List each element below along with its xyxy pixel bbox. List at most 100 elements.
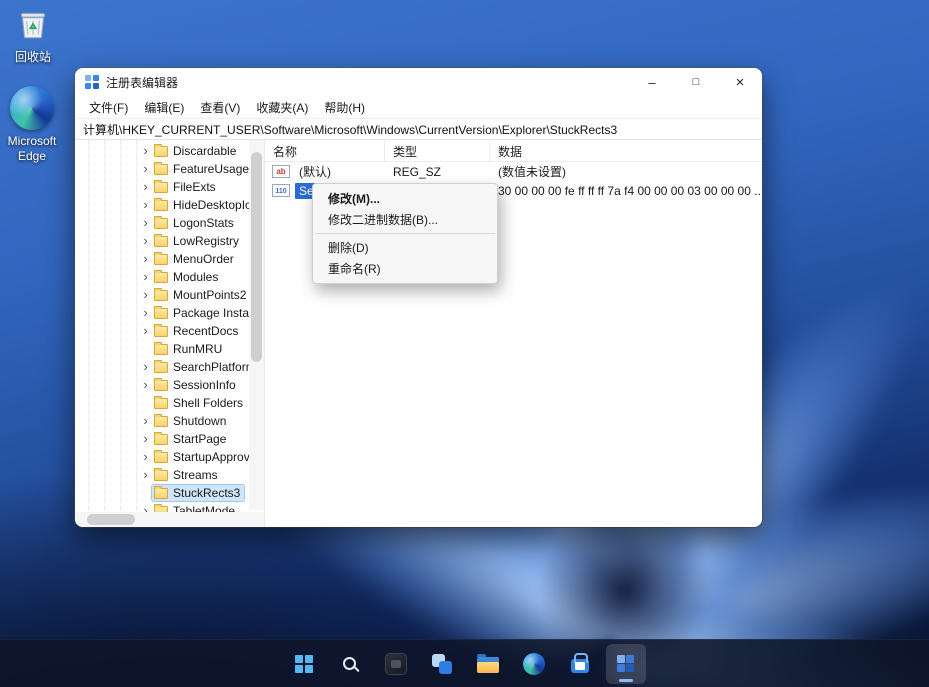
tree-item-label: LogonStats [173, 216, 234, 230]
taskbar-search-button[interactable] [330, 644, 370, 684]
chevron-right-icon[interactable] [139, 434, 152, 444]
chevron-right-icon[interactable] [139, 362, 152, 372]
tree-item[interactable]: Streams [75, 466, 249, 484]
value-row[interactable]: (默认) REG_SZ (数值未设置) [265, 162, 762, 181]
start-button[interactable] [284, 644, 324, 684]
chevron-right-icon[interactable] [139, 272, 152, 282]
value-data: 30 00 00 00 fe ff ff ff 7a f4 00 00 00 0… [498, 183, 762, 198]
value-data: (数值未设置) [498, 165, 566, 179]
chevron-right-icon[interactable] [139, 236, 152, 246]
tree-item-label: SearchPlatform [173, 360, 249, 374]
column-header-data[interactable]: 数据 [490, 140, 762, 161]
tree-item-label: RecentDocs [173, 324, 239, 338]
tree-item-label: FeatureUsage [173, 162, 249, 176]
tree-item[interactable]: StuckRects3 [75, 484, 249, 502]
taskbar-task-view-button[interactable] [376, 644, 416, 684]
microsoft-store-icon [570, 653, 589, 673]
tree-horizontal-scrollbar[interactable] [75, 512, 249, 527]
chevron-right-icon[interactable] [139, 182, 152, 192]
taskbar-edge-button[interactable] [514, 644, 554, 684]
chevron-right-icon[interactable] [139, 380, 152, 390]
tree-item[interactable]: MenuOrder [75, 250, 249, 268]
tree-vertical-scrollbar[interactable] [249, 140, 264, 510]
registry-tree-pane: Discardable FeatureUsage [75, 140, 265, 527]
tree-item-label: Discardable [173, 144, 237, 158]
context-menu-item[interactable]: 重命名(R) [313, 258, 497, 279]
folder-icon [154, 431, 168, 445]
menu-item[interactable]: 帮助(H) [316, 97, 373, 118]
chevron-right-icon[interactable] [139, 200, 152, 210]
tree-item-label: MountPoints2 [173, 288, 247, 302]
desktop-icon-microsoft-edge[interactable]: Microsoft Edge [0, 86, 67, 164]
regedit-app-icon [85, 75, 99, 89]
tree-item[interactable]: StartPage [75, 430, 249, 448]
taskbar-store-button[interactable] [560, 644, 600, 684]
folder-icon [154, 197, 168, 211]
folder-icon [154, 143, 168, 157]
tree-item[interactable]: FeatureUsage [75, 160, 249, 178]
tree-item[interactable]: Shell Folders [75, 394, 249, 412]
title-bar[interactable]: 注册表编辑器 [75, 68, 762, 96]
tree-item[interactable]: LogonStats [75, 214, 249, 232]
context-menu-item[interactable] [315, 233, 495, 234]
tree-item[interactable]: Modules [75, 268, 249, 286]
chevron-right-icon[interactable] [139, 326, 152, 336]
tree-item[interactable]: Package Installa [75, 304, 249, 322]
chevron-right-icon[interactable] [139, 308, 152, 318]
menu-item[interactable]: 编辑(E) [136, 97, 192, 118]
address-bar[interactable]: 计算机\HKEY_CURRENT_USER\Software\Microsoft… [75, 118, 762, 140]
chevron-right-icon[interactable] [139, 164, 152, 174]
registry-editor-window: 注册表编辑器 文件(F) 编辑(E) 查看(V) 收藏夹(A) 帮助(H) 计算… [75, 68, 762, 527]
tree-item[interactable]: HideDesktopIco [75, 196, 249, 214]
chevron-right-icon[interactable] [139, 416, 152, 426]
tree-item-label: LowRegistry [173, 234, 240, 248]
folder-icon [154, 449, 168, 463]
column-header-name[interactable]: 名称 [265, 140, 385, 161]
minimize-button[interactable] [630, 68, 674, 96]
context-menu: 修改(M)... 修改二进制数据(B)... 删除(D) 重命名(R) [312, 183, 498, 284]
tree-item[interactable]: StartupApprove [75, 448, 249, 466]
tree-item[interactable]: MountPoints2 [75, 286, 249, 304]
menu-item[interactable]: 收藏夹(A) [248, 97, 316, 118]
column-header-type[interactable]: 类型 [385, 140, 490, 161]
search-icon [343, 657, 356, 670]
folder-icon [154, 377, 168, 391]
menu-item[interactable]: 查看(V) [192, 97, 248, 118]
context-menu-item[interactable]: 删除(D) [313, 237, 497, 258]
taskbar-file-explorer-button[interactable] [468, 644, 508, 684]
tree-item[interactable]: RunMRU [75, 340, 249, 358]
menu-item[interactable]: 文件(F) [81, 97, 136, 118]
tree-item-label: Shutdown [173, 414, 227, 428]
value-type: REG_SZ [393, 164, 442, 179]
tree-item-label: MenuOrder [173, 252, 234, 266]
chevron-right-icon[interactable] [139, 218, 152, 228]
chevron-right-icon[interactable] [139, 146, 152, 156]
scrollbar-thumb[interactable] [87, 514, 135, 525]
folder-icon [154, 467, 168, 481]
chevron-right-icon[interactable] [139, 254, 152, 264]
tree-item[interactable]: Discardable [75, 142, 249, 160]
tree-item[interactable]: Shutdown [75, 412, 249, 430]
folder-icon [154, 233, 168, 247]
close-button[interactable] [718, 68, 762, 96]
maximize-button[interactable] [674, 68, 718, 96]
chevron-right-icon[interactable] [139, 452, 152, 462]
folder-icon [154, 179, 168, 193]
tree-item[interactable]: FileExts [75, 178, 249, 196]
desktop-icon-recycle-bin[interactable]: 回收站 [0, 5, 68, 65]
tree-item[interactable]: RecentDocs [75, 322, 249, 340]
tree-item[interactable]: SearchPlatform [75, 358, 249, 376]
folder-icon [154, 323, 168, 337]
tree-item-label: Shell Folders [173, 396, 244, 410]
tree-item[interactable]: SessionInfo [75, 376, 249, 394]
tree-item[interactable]: LowRegistry [75, 232, 249, 250]
chevron-right-icon[interactable] [139, 290, 152, 300]
context-menu-item[interactable]: 修改(M)... [313, 188, 497, 209]
scrollbar-thumb[interactable] [251, 152, 262, 362]
chevron-right-icon[interactable] [139, 470, 152, 480]
context-menu-item[interactable]: 修改二进制数据(B)... [313, 209, 497, 230]
desktop-icon-label: 回收站 [14, 50, 51, 64]
taskbar-registry-editor-button[interactable] [605, 643, 646, 684]
value-name: (默认) [299, 165, 331, 179]
taskbar-widgets-button[interactable] [422, 644, 462, 684]
